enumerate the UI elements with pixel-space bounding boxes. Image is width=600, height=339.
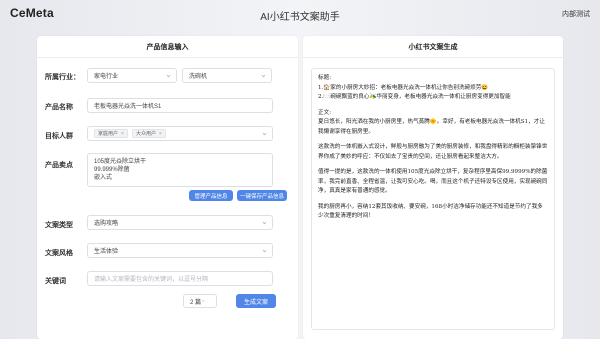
copy-style-label: 文案风格 <box>45 250 73 257</box>
output-line: 值得一提的是，这款洗的一体机使用105度光焱除立烘干，复杂程序里高保99.999… <box>318 169 548 194</box>
copy-type-select[interactable]: 选购攻略 <box>87 215 273 230</box>
generate-copy-button[interactable]: 生成文案 <box>236 294 276 308</box>
product-info-panel: 产品信息输入 所属行业： 家电行业 洗碗机 产品名称 老板电器光焱洗一体机S1 … <box>37 36 298 339</box>
category-select[interactable]: 洗碗机 <box>182 68 272 83</box>
category-select-value: 洗碗机 <box>189 74 208 80</box>
account-menu[interactable]: 内部测试 <box>562 9 590 19</box>
chevron-down-icon <box>262 249 267 252</box>
chevron-down-icon <box>201 300 205 302</box>
generated-copy-output[interactable]: 标题: 1.🏠家的小厨房大妙招：老板电器光焱洗一体机让你告别洗碗烦劳😆 2.🍽️碗碗… <box>311 68 555 330</box>
audience-tag[interactable]: 大众用户 × <box>131 129 166 138</box>
selling-points-textarea[interactable]: 105度光焱除立烘干 99.999%除菌 嵌入式 <box>87 153 273 187</box>
industry-select[interactable]: 家电行业 <box>87 68 177 83</box>
chevron-down-icon <box>262 221 267 224</box>
selling-point-line: 105度光焱除立烘干 <box>94 159 147 165</box>
selling-point-line: 99.999%除菌 <box>94 167 130 173</box>
save-product-info-button[interactable]: 一键保存产品信息 <box>237 190 287 201</box>
product-name-value: 老板电器光焱洗一体机S1 <box>94 104 162 110</box>
copy-type-label: 文案类型 <box>45 222 73 229</box>
article-count-stepper[interactable]: 2 篇 <box>183 294 217 308</box>
article-count-value: 2 篇 <box>190 299 202 306</box>
copy-output-panel: 小红书文案生成 标题: 1.🏠家的小厨房大妙招：老板电器光焱洗一体机让你告别洗碗烦… <box>303 36 563 339</box>
close-icon[interactable]: × <box>121 131 124 137</box>
manage-product-info-button[interactable]: 管理产品信息 <box>189 190 233 201</box>
top-bar: CeMeta AI小红书文案助手 内部测试 <box>0 0 600 28</box>
selling-points-label: 产品卖点 <box>45 162 73 169</box>
target-audience-select[interactable]: 家庭用户 × 大众用户 × <box>87 126 273 141</box>
target-audience-label: 目标人群 <box>45 133 73 140</box>
industry-label: 所属行业： <box>45 74 80 81</box>
copy-output-title: 小红书文案生成 <box>303 36 563 58</box>
chevron-down-icon <box>261 74 266 77</box>
keywords-label: 关键词 <box>45 278 66 285</box>
audience-tag[interactable]: 家庭用户 × <box>94 129 128 138</box>
product-name-label: 产品名称 <box>45 104 73 111</box>
chevron-down-icon <box>262 132 267 135</box>
product-info-title: 产品信息输入 <box>37 36 298 58</box>
industry-select-value: 家电行业 <box>94 74 119 80</box>
output-line: 2.🍽️碗碗飘蓝的良心🫒华丽变身，老板电器光焱洗一体机让厨房变得更加智能 <box>318 94 511 100</box>
copy-style-value: 生活体验 <box>94 249 119 255</box>
copy-style-select[interactable]: 生活体验 <box>87 243 273 258</box>
output-line: 1.🏠家的小厨房大妙招：老板电器光焱洗一体机让你告别洗碗烦劳😆 <box>318 84 489 91</box>
keywords-placeholder: 请输入文案需要包含的关键词，以逗号分隔 <box>94 277 209 283</box>
output-line: 标题: <box>318 75 332 81</box>
chevron-down-icon <box>166 74 171 77</box>
output-line: 我的厨房再小，容纳12套其饭收纳、要安碗，168小时洁净储存功能还不知道是节约了… <box>318 203 543 220</box>
product-name-input[interactable]: 老板电器光焱洗一体机S1 <box>87 98 273 113</box>
output-line: 夏日悠长，阳光洒在我的小厨房里，热气蒸腾🌞。幸好，有老板电器光焱洗一体机S1，才… <box>318 119 545 135</box>
output-line: 正文: <box>318 109 332 116</box>
app-title: AI小红书文案助手 <box>260 12 340 23</box>
copy-type-value: 选购攻略 <box>94 221 119 227</box>
output-line: 这款洗的一体机嵌入式设计，鲜般与厨房融为了美的厨房装修，和我盘得精彩的橱柜装挚锋… <box>318 144 548 160</box>
selling-point-line: 嵌入式 <box>94 175 113 181</box>
audience-tag-label: 大众用户 <box>135 131 156 137</box>
audience-tag-label: 家庭用户 <box>98 131 119 137</box>
close-icon[interactable]: × <box>159 131 162 137</box>
keywords-input[interactable]: 请输入文案需要包含的关键词，以逗号分隔 <box>87 271 273 286</box>
